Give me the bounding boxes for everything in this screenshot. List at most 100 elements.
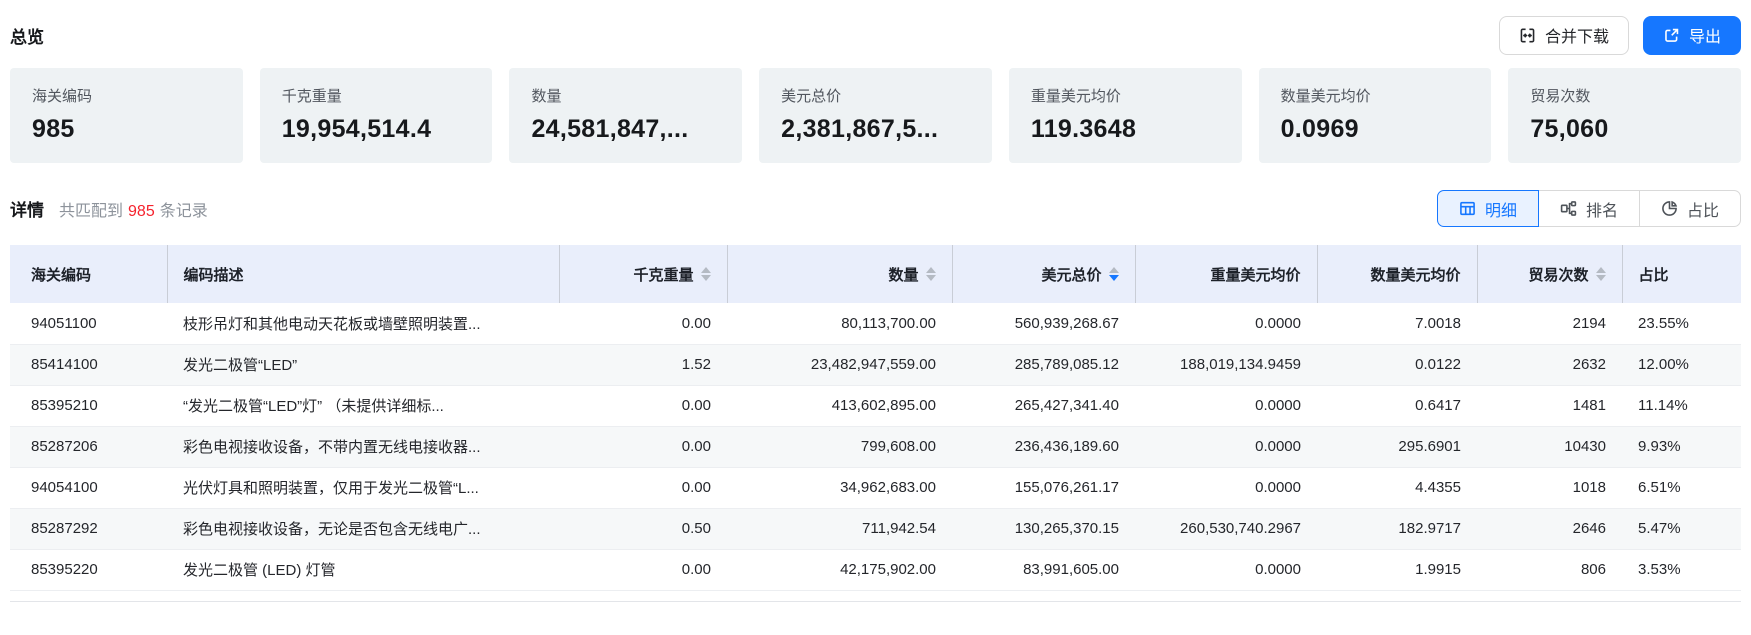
column-label: 贸易次数 (1528, 264, 1588, 285)
cell-usd-total: 83,991,605.00 (952, 549, 1135, 590)
view-tabs: 明细 排名 占比 (1437, 190, 1741, 227)
match-record-text: 共匹配到985条记录 (59, 197, 208, 221)
cell-description: “发光二极管“LED”灯” （未提供详细标... (167, 385, 559, 426)
details-table-wrap: 海关编码 编码描述 千克重量 数量 美元总价 重量美元均价 数量美元均价 贸易次… (10, 245, 1741, 602)
stat-card-value: 119.3648 (1031, 115, 1220, 144)
topbar: 总览 合并下载 (10, 12, 1741, 58)
cell-share: 3.53% (1622, 549, 1741, 590)
cell-kg-weight: 0.00 (559, 303, 727, 344)
stat-card-label: 数量 (531, 85, 720, 106)
table-row: 85395220发光二极管 (LED) 灯管0.0042,175,902.008… (10, 549, 1741, 590)
cell-usd-total: 155,076,261.17 (952, 467, 1135, 508)
stat-card-label: 美元总价 (781, 85, 970, 106)
cell-description: 发光二极管“LED” (167, 344, 559, 385)
column-label: 美元总价 (1041, 264, 1101, 285)
cell-trade-count: 10430 (1477, 426, 1622, 467)
stat-card-value: 75,060 (1530, 115, 1719, 144)
page-title: 总览 (10, 23, 44, 48)
tab-明细[interactable]: 明细 (1437, 190, 1539, 227)
stat-card: 数量 24,581,847,... (509, 68, 742, 163)
topbar-actions: 合并下载 导出 (1499, 16, 1741, 55)
stat-card: 贸易次数 75,060 (1508, 68, 1741, 163)
cell-hs-code: 85414100 (10, 344, 167, 385)
table-row: 85395210“发光二极管“LED”灯” （未提供详细标...0.00413,… (10, 385, 1741, 426)
column-header-占比: 占比 (1622, 245, 1741, 303)
cell-hs-code: 94051100 (10, 303, 167, 344)
column-label: 数量美元均价 (1370, 264, 1460, 285)
stat-card: 海关编码 985 (10, 68, 243, 163)
cell-usd-total: 560,939,268.67 (952, 303, 1135, 344)
cell-quantity: 413,602,895.00 (727, 385, 952, 426)
stat-card: 千克重量 19,954,514.4 (260, 68, 493, 163)
cell-quantity: 799,608.00 (727, 426, 952, 467)
table-row: 85414100发光二极管“LED”1.5223,482,947,559.002… (10, 344, 1741, 385)
column-header-千克重量[interactable]: 千克重量 (559, 245, 727, 303)
stat-card-value: 19,954,514.4 (282, 115, 471, 144)
tab-label: 明细 (1485, 197, 1517, 221)
stat-card-label: 千克重量 (282, 85, 471, 106)
cell-trade-count: 2194 (1477, 303, 1622, 344)
export-label: 导出 (1689, 23, 1721, 47)
stat-card-value: 24,581,847,... (531, 115, 720, 144)
cell-usd-per-unit: 1.9915 (1317, 549, 1477, 590)
sort-icon (1596, 267, 1606, 281)
cell-description: 枝形吊灯和其他电动天花板或墙壁照明装置... (167, 303, 559, 344)
column-header-数量[interactable]: 数量 (727, 245, 952, 303)
cell-description: 彩色电视接收设备，不带内置无线电接收器... (167, 426, 559, 467)
export-button[interactable]: 导出 (1643, 16, 1741, 55)
stat-card-label: 贸易次数 (1530, 85, 1719, 106)
stat-card-label: 数量美元均价 (1281, 85, 1470, 106)
cell-usd-per-unit: 4.4355 (1317, 467, 1477, 508)
cell-usd-per-kg: 0.0000 (1135, 467, 1317, 508)
tab-占比[interactable]: 占比 (1639, 190, 1741, 227)
cell-usd-per-unit: 295.6901 (1317, 426, 1477, 467)
cell-description: 彩色电视接收设备，无论是否包含无线电广... (167, 508, 559, 549)
column-header-贸易次数[interactable]: 贸易次数 (1477, 245, 1622, 303)
cell-usd-total: 130,265,370.15 (952, 508, 1135, 549)
merge-download-button[interactable]: 合并下载 (1499, 16, 1629, 55)
cell-quantity: 34,962,683.00 (727, 467, 952, 508)
table-header-row: 海关编码 编码描述 千克重量 数量 美元总价 重量美元均价 数量美元均价 贸易次… (10, 245, 1741, 303)
merge-cells-icon (1519, 27, 1536, 44)
cell-kg-weight: 0.00 (559, 549, 727, 590)
table-row: 94054100光伏灯具和照明装置，仅用于发光二极管“L...0.0034,96… (10, 467, 1741, 508)
stat-card: 美元总价 2,381,867,5... (759, 68, 992, 163)
cell-quantity: 711,942.54 (727, 508, 952, 549)
cell-usd-per-kg: 260,530,740.2967 (1135, 508, 1317, 549)
stat-card-value: 0.0969 (1281, 115, 1470, 144)
cell-kg-weight: 0.00 (559, 467, 727, 508)
cell-description: 光伏灯具和照明装置，仅用于发光二极管“L... (167, 467, 559, 508)
cell-share: 11.14% (1622, 385, 1741, 426)
cell-usd-per-unit: 182.9717 (1317, 508, 1477, 549)
sort-icon (926, 267, 936, 281)
cell-usd-per-unit: 0.0122 (1317, 344, 1477, 385)
tab-label: 排名 (1586, 197, 1618, 221)
column-header-编码描述: 编码描述 (167, 245, 559, 303)
sort-icon (701, 267, 711, 281)
column-label: 编码描述 (184, 264, 244, 285)
match-count: 985 (123, 203, 160, 220)
cell-kg-weight: 0.50 (559, 508, 727, 549)
column-header-重量美元均价: 重量美元均价 (1135, 245, 1317, 303)
stat-card-label: 海关编码 (32, 85, 221, 106)
cell-quantity: 42,175,902.00 (727, 549, 952, 590)
column-label: 数量 (888, 264, 918, 285)
cell-trade-count: 806 (1477, 549, 1622, 590)
cell-share: 5.47% (1622, 508, 1741, 549)
stat-card-value: 985 (32, 115, 221, 144)
column-header-美元总价[interactable]: 美元总价 (952, 245, 1135, 303)
cell-hs-code: 94054100 (10, 467, 167, 508)
details-title-group: 详情 共匹配到985条记录 (10, 196, 208, 221)
cell-trade-count: 2646 (1477, 508, 1622, 549)
pie-icon (1661, 200, 1678, 217)
cell-usd-per-kg: 0.0000 (1135, 549, 1317, 590)
export-icon (1663, 27, 1680, 44)
cell-quantity: 23,482,947,559.00 (727, 344, 952, 385)
table-row: 94051100枝形吊灯和其他电动天花板或墙壁照明装置...0.0080,113… (10, 303, 1741, 344)
page: 总览 合并下载 (0, 0, 1751, 602)
tab-排名[interactable]: 排名 (1538, 190, 1640, 227)
details-title: 详情 (10, 196, 44, 221)
column-label: 占比 (1639, 264, 1669, 285)
cell-share: 23.55% (1622, 303, 1741, 344)
table-body: 94051100枝形吊灯和其他电动天花板或墙壁照明装置...0.0080,113… (10, 303, 1741, 590)
